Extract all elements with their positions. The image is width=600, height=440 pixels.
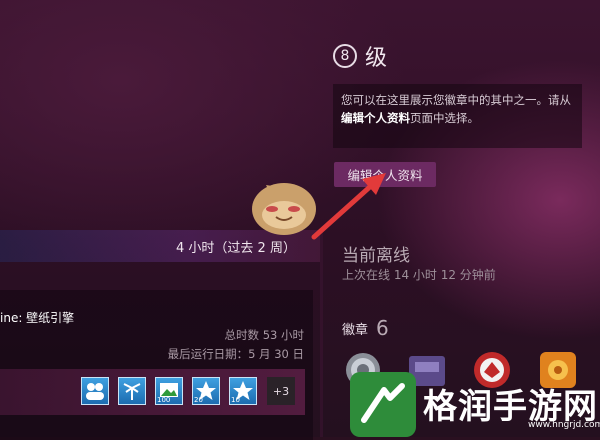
achievement-count-label: 20 [194, 396, 203, 404]
achievement-star-icon[interactable]: 10 [229, 377, 257, 405]
note-text-start: 您可以在这里展示您徽章中的其中之一。请从 [341, 93, 571, 107]
note-edit-profile-text[interactable]: 编辑个人资料 [341, 111, 410, 125]
badges-count[interactable]: 6 [376, 316, 389, 340]
achievement-palm-tree-icon[interactable] [118, 377, 146, 405]
badge-showcase-note: 您可以在这里展示您徽章中的其中之一。请从编辑个人资料页面中选择。 [333, 84, 582, 148]
achievement-count-label: 100 [157, 396, 171, 404]
total-hours: 总时数 53 小时 [224, 328, 304, 342]
achievement-star-icon[interactable]: 20 [192, 377, 220, 405]
column-divider [320, 230, 323, 437]
achievement-image-icon[interactable]: 100 [155, 377, 183, 405]
last-online-text: 上次在线 14 小时 12 分钟前 [342, 268, 496, 282]
last-played: 最后运行日期：5 月 30 日 [167, 347, 304, 361]
annotation-arrow-icon [311, 173, 386, 240]
game-name[interactable]: ine: 壁纸引擎 [0, 309, 74, 326]
badges-heading[interactable]: 徽章 [342, 319, 368, 338]
more-achievements-button[interactable]: +3 [267, 377, 295, 405]
level-label: 级 [365, 46, 388, 71]
level-badge: 8 [333, 44, 357, 68]
achievement-group-icon[interactable] [81, 377, 109, 405]
achievement-strip [0, 369, 305, 415]
achievement-count-label: 10 [231, 396, 240, 404]
note-text-end: 页面中选择。 [410, 111, 479, 125]
watermark-url: www.hngrjd.com [528, 420, 600, 430]
level-row: 8 级 [333, 40, 387, 72]
